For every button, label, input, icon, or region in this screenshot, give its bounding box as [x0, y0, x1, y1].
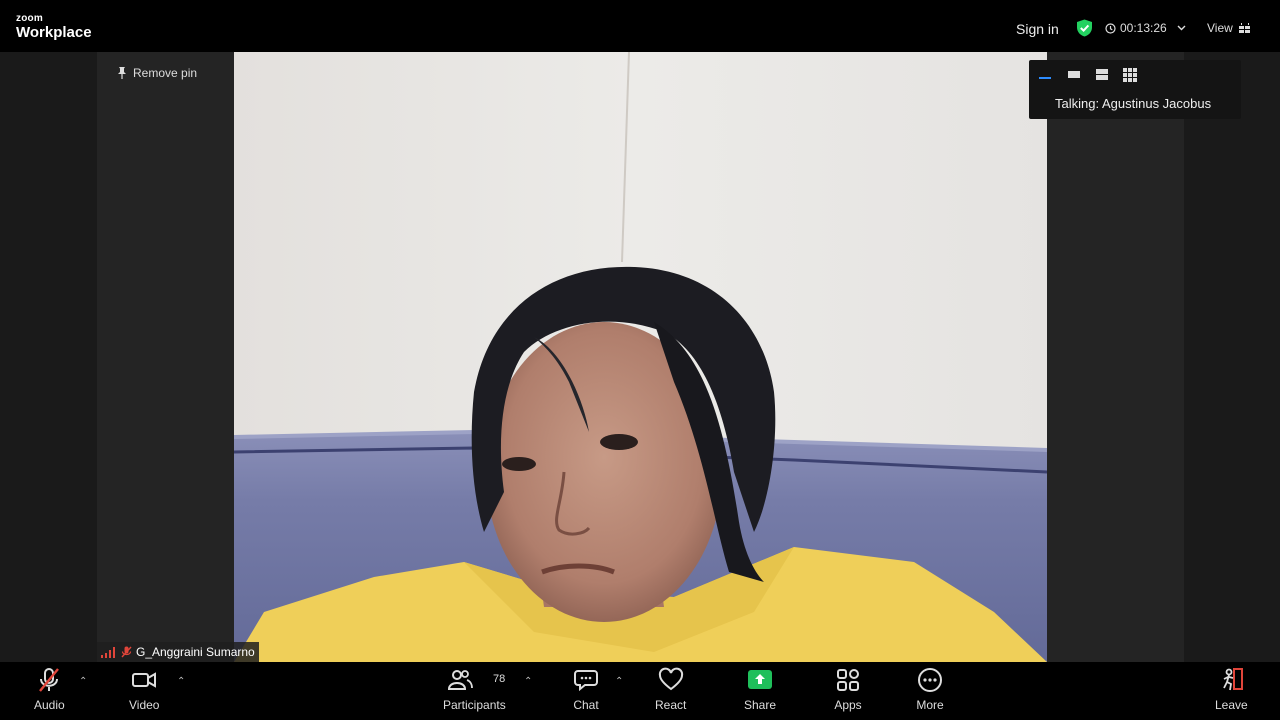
participants-count: 78: [493, 673, 506, 685]
view-label: View: [1207, 21, 1233, 35]
sign-in-link[interactable]: Sign in: [1016, 21, 1059, 37]
pin-icon: [118, 67, 126, 79]
remove-pin-button[interactable]: Remove pin: [117, 66, 197, 80]
muted-microphone-icon: [39, 668, 60, 692]
leave-label: Leave: [1215, 698, 1248, 712]
grid-view-icon: [1238, 22, 1250, 33]
left-margin: [0, 52, 97, 662]
audio-button[interactable]: Audio: [34, 666, 65, 718]
layout-grid-icon[interactable]: [1121, 68, 1139, 82]
participants-label: Participants: [443, 698, 506, 712]
right-margin: [1184, 52, 1280, 662]
top-bar: zoom Workplace Sign in 00:13:26 View: [0, 0, 1280, 52]
more-options-icon: [918, 668, 942, 692]
audio-options-caret[interactable]: ⌃: [79, 676, 87, 687]
meeting-toolbar: Audio ⌃ Video ⌃ Participants 78 ⌃ Chat ⌃…: [0, 662, 1280, 720]
more-button[interactable]: More: [916, 666, 944, 718]
signal-strength-icon: [101, 646, 115, 658]
shield-check-icon[interactable]: [1076, 19, 1093, 37]
talking-indicator-panel: Talking: Agustinus Jacobus: [1029, 60, 1241, 119]
muted-mic-icon: [121, 646, 132, 658]
leave-meeting-icon: [1223, 668, 1244, 691]
meeting-timer[interactable]: 00:13:26: [1105, 21, 1186, 35]
clock-icon: [1105, 22, 1116, 34]
leave-button[interactable]: Leave: [1215, 666, 1248, 718]
more-label: More: [916, 698, 944, 712]
react-label: React: [655, 698, 687, 712]
chat-bubble-icon: [574, 670, 598, 692]
talking-label: Talking: Agustinus Jacobus: [1055, 96, 1212, 111]
timer-value: 00:13:26: [1120, 21, 1167, 35]
audio-label: Audio: [34, 698, 65, 712]
video-button[interactable]: Video: [129, 666, 159, 718]
left-panel: [97, 52, 234, 662]
layout-stack-icon[interactable]: [1093, 68, 1111, 82]
right-panel: [1047, 52, 1184, 662]
participant-video[interactable]: [234, 52, 1047, 662]
share-button[interactable]: Share: [744, 666, 776, 718]
participant-name: G_Anggraini Sumarno: [136, 645, 255, 659]
chat-label: Chat: [573, 698, 599, 712]
remove-pin-label: Remove pin: [133, 66, 198, 80]
video-camera-icon: [132, 672, 157, 688]
chat-options-caret[interactable]: ⌃: [615, 676, 623, 687]
share-label: Share: [744, 698, 777, 712]
react-button[interactable]: React: [655, 666, 686, 718]
share-screen-icon: [748, 670, 773, 689]
chevron-down-icon: [1177, 25, 1186, 31]
meeting-stage: Remove pin G_Anggraini Sumarno: [0, 52, 1280, 662]
layout-minimize-icon[interactable]: [1037, 68, 1055, 82]
view-button[interactable]: View: [1207, 21, 1251, 35]
layout-selector: [1037, 68, 1139, 82]
apps-icon: [837, 669, 859, 691]
participant-name-tag: G_Anggraini Sumarno: [97, 642, 259, 662]
apps-label: Apps: [834, 698, 862, 712]
video-frame-image: [234, 52, 1047, 662]
chat-button[interactable]: Chat: [572, 666, 600, 718]
video-label: Video: [129, 698, 160, 712]
layout-speaker-icon[interactable]: [1065, 68, 1083, 82]
participants-icon: [448, 670, 474, 690]
heart-icon: [658, 667, 683, 691]
zoom-logo: zoom Workplace: [16, 13, 92, 41]
participants-options-caret[interactable]: ⌃: [524, 676, 532, 687]
logo-small-text: zoom: [16, 13, 43, 24]
logo-big-text: Workplace: [16, 24, 92, 41]
apps-button[interactable]: Apps: [834, 666, 862, 718]
video-options-caret[interactable]: ⌃: [177, 676, 185, 687]
